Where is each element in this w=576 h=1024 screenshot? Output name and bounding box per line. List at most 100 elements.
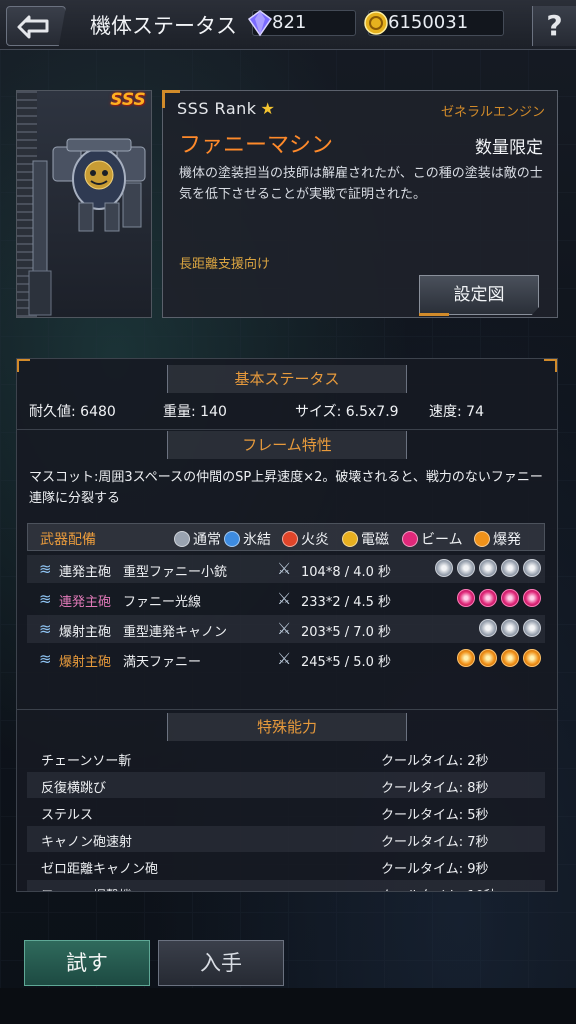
ammo-beam-icon	[523, 589, 541, 607]
back-button[interactable]	[6, 6, 66, 46]
skill-name: 反復横跳び	[41, 781, 107, 796]
try-button[interactable]: 試す	[24, 940, 150, 986]
weapon-name: 重型ファニー小銃	[123, 565, 228, 580]
element-label: 電磁	[361, 532, 389, 548]
durability-value: 6480	[80, 404, 116, 420]
speed-value: 74	[466, 404, 484, 420]
coin-icon	[364, 11, 388, 35]
element-label: 爆発	[493, 532, 521, 548]
size-label: サイズ:	[295, 404, 342, 420]
ammo-burst-icon	[479, 649, 497, 667]
speed-stat: 速度: 74	[429, 401, 484, 421]
weight-stat: 重量: 140	[163, 401, 227, 421]
damage-icon: ⚔	[277, 559, 292, 578]
skill-name: ファニー爆撃機	[41, 885, 132, 891]
ammo-burst-icon	[523, 649, 541, 667]
weapon-row[interactable]: ≋ 爆射主砲 満天ファニー ⚔ 245*5 / 5.0 秒	[27, 645, 545, 673]
weapon-name: 満天ファニー	[123, 655, 202, 670]
divider	[17, 429, 557, 430]
maker-name: ゼネラルエンジン	[440, 105, 545, 120]
ammo-beam-icon	[457, 589, 475, 607]
ammo-normal-icon	[479, 619, 497, 637]
back-arrow-icon	[17, 15, 49, 39]
weapon-type-icon: ≋	[39, 590, 52, 608]
size-stat: サイズ: 6.5x7.9	[295, 401, 399, 421]
durability-stat: 耐久値: 6480	[29, 401, 116, 421]
grade-badge: SSS	[110, 90, 146, 110]
rank-text: SSS Rank	[177, 99, 257, 118]
gem-count: 821	[272, 12, 307, 33]
skill-cooldown: クールタイム: 5秒	[381, 808, 489, 823]
skill-row: キャノン砲速射 クールタイム: 7秒	[27, 826, 545, 852]
weapon-type: 爆射主砲	[59, 655, 112, 670]
speed-label: 速度:	[429, 404, 462, 420]
weapon-type-icon: ≋	[39, 650, 52, 668]
help-button[interactable]: ?	[532, 6, 576, 46]
skill-row: 反復横跳び クールタイム: 8秒	[27, 772, 545, 798]
blueprint-button[interactable]: 設定図	[419, 275, 539, 315]
element-legend-item: 通常	[174, 529, 221, 549]
element-icon	[174, 531, 190, 547]
ammo-normal-icon	[501, 559, 519, 577]
weight-value: 140	[200, 404, 227, 420]
element-legend-item: 電磁	[342, 529, 389, 549]
weapon-row[interactable]: ≋ 爆射主砲 重型連発キャノン ⚔ 203*5 / 7.0 秒	[27, 615, 545, 643]
skill-row: ステルス クールタイム: 5秒	[27, 799, 545, 825]
weapon-stats: 233*2 / 4.5 秒	[301, 595, 392, 610]
weapon-type: 連発主砲	[59, 595, 112, 610]
damage-icon: ⚔	[277, 589, 292, 608]
limited-badge: 数量限定	[475, 138, 543, 158]
element-label: 氷結	[243, 532, 271, 548]
skill-name: ゼロ距離キャノン砲	[41, 862, 159, 877]
element-icon	[342, 531, 358, 547]
skill-name: チェーンソー斬	[41, 754, 132, 769]
element-legend-item: 氷結	[224, 529, 271, 549]
weapon-type: 連発主砲	[59, 565, 112, 580]
divider	[17, 709, 557, 710]
rank-label: SSS Rank ★	[177, 99, 275, 118]
element-label: 通常	[193, 532, 221, 548]
element-icon	[282, 531, 298, 547]
frame-heading: フレーム特性	[167, 431, 407, 459]
element-icon	[224, 531, 240, 547]
ammo-burst-icon	[501, 649, 519, 667]
weapon-type: 爆射主砲	[59, 625, 112, 640]
ammo-beam-icon	[479, 589, 497, 607]
skill-cooldown: クールタイム: 10秒	[381, 885, 497, 891]
coin-count: 6150031	[388, 12, 469, 33]
weapon-heading: 武器配備	[40, 532, 96, 548]
size-value: 6.5x7.9	[345, 404, 399, 420]
skill-cooldown: クールタイム: 9秒	[381, 862, 489, 877]
skill-name: キャノン砲速射	[41, 835, 133, 850]
skill-row: ゼロ距離キャノン砲 クールタイム: 9秒	[27, 853, 545, 879]
element-legend-item: ビーム	[402, 529, 463, 549]
basic-status-heading: 基本ステータス	[167, 365, 407, 393]
damage-icon: ⚔	[277, 649, 292, 668]
weapon-type-icon: ≋	[39, 620, 52, 638]
ammo-normal-icon	[523, 619, 541, 637]
panel-corner	[17, 359, 30, 372]
skill-row: ファニー爆撃機 クールタイム: 10秒	[27, 880, 545, 891]
get-button[interactable]: 入手	[158, 940, 284, 986]
element-icon	[474, 531, 490, 547]
mech-portrait	[16, 90, 152, 318]
ammo-normal-icon	[457, 559, 475, 577]
ammo-normal-icon	[523, 559, 541, 577]
element-label: 火炎	[301, 532, 329, 548]
page-title: 機体ステータス	[90, 14, 237, 38]
mech-description: 機体の塗装担当の技師は解雇されたが、この種の塗装は敵の士気を低下させることが実戦…	[179, 166, 543, 202]
ammo-beam-icon	[501, 589, 519, 607]
mech-name: ファニーマシン	[179, 133, 334, 158]
skill-cooldown: クールタイム: 2秒	[381, 754, 489, 769]
skill-name: ステルス	[41, 808, 94, 823]
weapon-row[interactable]: ≋ 連発主砲 ファニー光線 ⚔ 233*2 / 4.5 秒	[27, 585, 545, 613]
ammo-normal-icon	[435, 559, 453, 577]
special-heading: 特殊能力	[167, 713, 407, 741]
element-label: ビーム	[421, 532, 463, 548]
skill-row: チェーンソー斬 クールタイム: 2秒	[27, 745, 545, 771]
mech-image	[28, 138, 146, 316]
skill-cooldown: クールタイム: 7秒	[381, 835, 489, 850]
weapon-row[interactable]: ≋ 連発主砲 重型ファニー小銃 ⚔ 104*8 / 4.0 秒	[27, 555, 545, 583]
mech-role: 長距離支援向け	[179, 257, 271, 272]
top-bar: 機体ステータス 821 6150031 ?	[0, 0, 576, 50]
